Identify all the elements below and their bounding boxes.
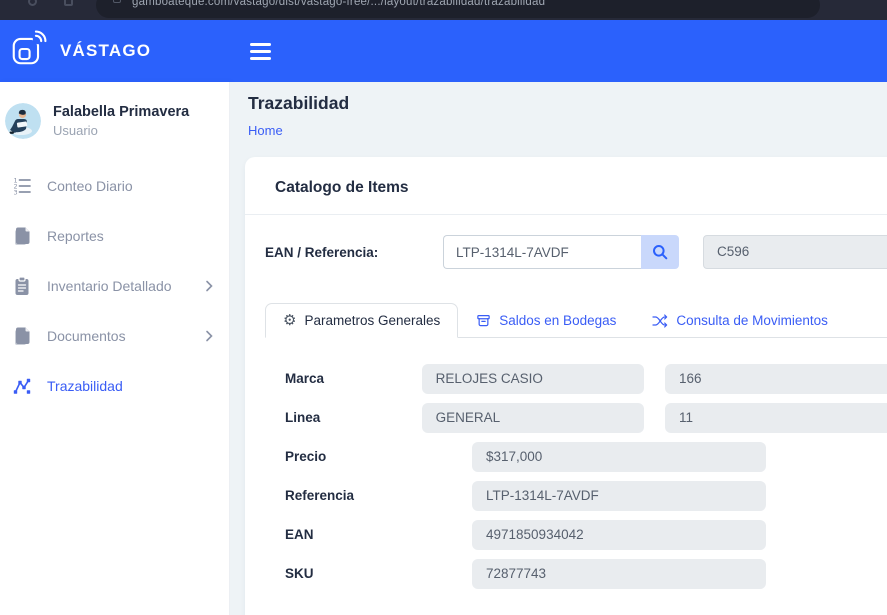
user-name: Falabella Primavera (53, 103, 189, 122)
tab-label: Consulta de Movimientos (676, 313, 828, 328)
user-avatar (5, 103, 41, 139)
parameters-form: Marca RELOJES CASIO 166 Linea GENERAL 11… (265, 364, 887, 589)
tab-saldos-en-bodegas[interactable]: Saldos en Bodegas (458, 303, 634, 338)
search-icon (652, 244, 668, 260)
browser-extension-icon[interactable] (64, 0, 73, 6)
browser-toolbar-icon[interactable] (28, 0, 37, 6)
site-info-lock-icon[interactable] (113, 0, 121, 3)
sidebar-item-label: Reportes (47, 228, 104, 244)
browser-topbar: gamboateque.com/vastago/dist/vastago-fre… (0, 0, 887, 20)
ordered-list-icon: 123 (12, 176, 32, 196)
document-icon (12, 326, 32, 346)
item-code-field: C596 (703, 235, 887, 269)
search-label: EAN / Referencia: (265, 245, 443, 260)
user-info: Falabella Primavera Usuario (53, 103, 189, 139)
form-row-sku: SKU 72877743 (265, 559, 887, 589)
menu-toggle-button[interactable] (246, 39, 275, 64)
field-label: SKU (285, 559, 472, 589)
brand-name: VÁSTAGO (60, 41, 151, 61)
sidebar-item-inventario-detallado[interactable]: Inventario Detallado (0, 261, 229, 311)
sidebar-item-conteo-diario[interactable]: 123 Conteo Diario (0, 161, 229, 211)
sidebar-item-label: Inventario Detallado (47, 278, 172, 294)
field-side-value: 11 (665, 403, 887, 433)
form-row-ean: EAN 4971850934042 (265, 520, 887, 550)
sidebar-item-label: Documentos (47, 328, 126, 344)
browser-url-bar[interactable]: gamboateque.com/vastago/dist/vastago-fre… (96, 0, 820, 18)
svg-text:3: 3 (14, 188, 18, 196)
catalog-card: Catalogo de Items EAN / Referencia: C596 (245, 157, 887, 615)
clipboard-icon (12, 276, 32, 296)
field-label: Precio (285, 442, 472, 472)
form-row-precio: Precio $317,000 (265, 442, 887, 472)
sidebar-nav: 123 Conteo Diario Reportes (0, 161, 229, 411)
field-label: Marca (285, 364, 422, 394)
sidebar-item-label: Trazabilidad (47, 378, 123, 394)
card-body: EAN / Referencia: C596 ⚙ Parametros Gene… (245, 215, 887, 615)
form-row-referencia: Referencia LTP-1314L-7AVDF (265, 481, 887, 511)
sidebar-item-label: Conteo Diario (47, 178, 133, 194)
sidebar-item-trazabilidad[interactable]: Trazabilidad (0, 361, 229, 411)
browser-url: gamboateque.com/vastago/dist/vastago-fre… (132, 0, 545, 8)
field-label: Referencia (285, 481, 472, 511)
field-value: RELOJES CASIO (422, 364, 644, 394)
document-icon (12, 226, 32, 246)
screen: gamboateque.com/vastago/dist/vastago-fre… (0, 0, 887, 615)
field-value: 4971850934042 (472, 520, 766, 550)
brand[interactable]: VÁSTAGO (0, 30, 230, 73)
brand-logo-icon (9, 30, 47, 73)
field-label: Linea (285, 403, 422, 433)
main-content: Trazabilidad Home Catalogo de Items EAN … (230, 82, 887, 615)
search-button[interactable] (641, 235, 679, 269)
tab-consulta-de-movimientos[interactable]: Consulta de Movimientos (634, 303, 846, 338)
search-row: EAN / Referencia: C596 (265, 235, 887, 269)
chevron-right-icon (203, 278, 215, 294)
page-title: Trazabilidad (248, 93, 887, 114)
chevron-right-icon (203, 328, 215, 344)
field-value: GENERAL (422, 403, 644, 433)
app-header: VÁSTAGO (0, 20, 887, 82)
user-role: Usuario (53, 122, 189, 139)
tab-parametros-generales[interactable]: ⚙ Parametros Generales (265, 303, 458, 338)
user-profile: Falabella Primavera Usuario (0, 82, 229, 139)
field-side-value: 166 (665, 364, 887, 394)
sidebar-item-reportes[interactable]: Reportes (0, 211, 229, 261)
sidebar-item-documentos[interactable]: Documentos (0, 311, 229, 361)
breadcrumb-home-link[interactable]: Home (248, 123, 283, 138)
field-label: EAN (285, 520, 472, 550)
field-value: $317,000 (472, 442, 766, 472)
nodes-icon (12, 376, 32, 396)
card-title: Catalogo de Items (245, 157, 887, 215)
sidebar: Falabella Primavera Usuario 123 Conteo D… (0, 82, 230, 615)
tab-label: Saldos en Bodegas (499, 313, 616, 328)
field-value: 72877743 (472, 559, 766, 589)
archive-icon (476, 313, 491, 328)
field-value: LTP-1314L-7AVDF (472, 481, 766, 511)
shuffle-icon (652, 314, 668, 328)
tab-label: Parametros Generales (304, 313, 440, 328)
ean-reference-input[interactable] (443, 235, 641, 269)
tab-bar: ⚙ Parametros Generales Saldos en Bodegas (265, 303, 887, 338)
form-row-marca: Marca RELOJES CASIO 166 (265, 364, 887, 394)
form-row-linea: Linea GENERAL 11 (265, 403, 887, 433)
gear-icon: ⚙ (283, 313, 296, 328)
